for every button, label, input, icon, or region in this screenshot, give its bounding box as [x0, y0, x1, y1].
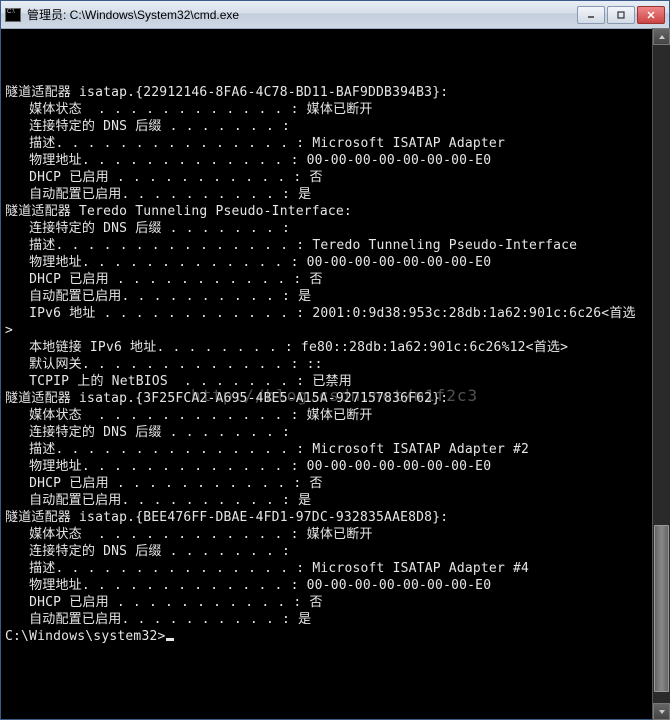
adapter-row: 描述. . . . . . . . . . . . . . . : Micros…	[5, 560, 665, 577]
window-controls	[577, 6, 665, 24]
adapter-row: 物理地址. . . . . . . . . . . . . : 00-00-00…	[5, 254, 665, 271]
adapter-row: 自动配置已启用. . . . . . . . . . : 是	[5, 492, 665, 509]
adapter-row: 连接特定的 DNS 后缀 . . . . . . . :	[5, 543, 665, 560]
adapter-row: 本地链接 IPv6 地址. . . . . . . . : fe80::28db…	[5, 339, 665, 356]
adapter-row: IPv6 地址 . . . . . . . . . . . . : 2001:0…	[5, 305, 665, 322]
adapter-row: 默认网关. . . . . . . . . . . . . : ::	[5, 356, 665, 373]
adapter-row: 物理地址. . . . . . . . . . . . . : 00-00-00…	[5, 458, 665, 475]
adapter-row-wrap: >	[5, 322, 665, 339]
adapter-row: 连接特定的 DNS 后缀 . . . . . . . :	[5, 220, 665, 237]
adapter-row: DHCP 已启用 . . . . . . . . . . . : 否	[5, 475, 665, 492]
adapter-header: 隧道适配器 isatap.{22912146-8FA6-4C78-BD11-BA…	[5, 84, 665, 101]
prompt-line[interactable]: C:\Windows\system32>	[5, 628, 665, 645]
adapter-row: 自动配置已启用. . . . . . . . . . : 是	[5, 611, 665, 628]
adapter-row: 物理地址. . . . . . . . . . . . . : 00-00-00…	[5, 152, 665, 169]
close-button[interactable]	[637, 6, 665, 24]
adapter-row: 描述. . . . . . . . . . . . . . . : Micros…	[5, 135, 665, 152]
cmd-window: 管理员: C:\Windows\System32\cmd.exe 隧道适配器 i…	[0, 0, 670, 720]
adapter-row: DHCP 已启用 . . . . . . . . . . . : 否	[5, 271, 665, 288]
window-title: 管理员: C:\Windows\System32\cmd.exe	[27, 6, 577, 23]
adapter-row: 描述. . . . . . . . . . . . . . . : Micros…	[5, 441, 665, 458]
adapter-row: DHCP 已启用 . . . . . . . . . . . : 否	[5, 169, 665, 186]
adapter-row: 媒体状态 . . . . . . . . . . . . : 媒体已断开	[5, 407, 665, 424]
scroll-thumb[interactable]	[654, 525, 669, 692]
minimize-button[interactable]	[577, 6, 605, 24]
titlebar[interactable]: 管理员: C:\Windows\System32\cmd.exe	[1, 1, 669, 29]
adapter-row: DHCP 已启用 . . . . . . . . . . . : 否	[5, 594, 665, 611]
adapter-row: 描述. . . . . . . . . . . . . . . : Teredo…	[5, 237, 665, 254]
adapter-header: 隧道适配器 isatap.{BEE476FF-DBAE-4FD1-97DC-93…	[5, 509, 665, 526]
scrollbar[interactable]	[652, 28, 670, 720]
adapter-header: 隧道适配器 Teredo Tunneling Pseudo-Interface:	[5, 203, 665, 220]
terminal-output[interactable]: 隧道适配器 isatap.{22912146-8FA6-4C78-BD11-BA…	[1, 29, 669, 719]
adapter-row: 连接特定的 DNS 后缀 . . . . . . . :	[5, 118, 665, 135]
adapter-row: 自动配置已启用. . . . . . . . . . : 是	[5, 186, 665, 203]
cursor	[166, 638, 174, 641]
adapter-row: 自动配置已启用. . . . . . . . . . : 是	[5, 288, 665, 305]
scroll-up-button[interactable]	[653, 28, 670, 45]
adapter-row: 物理地址. . . . . . . . . . . . . : 00-00-00…	[5, 577, 665, 594]
maximize-button[interactable]	[607, 6, 635, 24]
adapter-header: 隧道适配器 isatap.{3F25FCA2-A695-4BE5-A15A-92…	[5, 390, 665, 407]
adapter-row: TCPIP 上的 NetBIOS . . . . . . . : 已禁用	[5, 373, 665, 390]
adapter-row: 媒体状态 . . . . . . . . . . . . : 媒体已断开	[5, 526, 665, 543]
adapter-row: 媒体状态 . . . . . . . . . . . . : 媒体已断开	[5, 101, 665, 118]
cmd-icon	[5, 7, 21, 23]
adapter-row: 连接特定的 DNS 后缀 . . . . . . . :	[5, 424, 665, 441]
scroll-down-button[interactable]	[653, 703, 670, 720]
scroll-track[interactable]	[653, 45, 670, 703]
